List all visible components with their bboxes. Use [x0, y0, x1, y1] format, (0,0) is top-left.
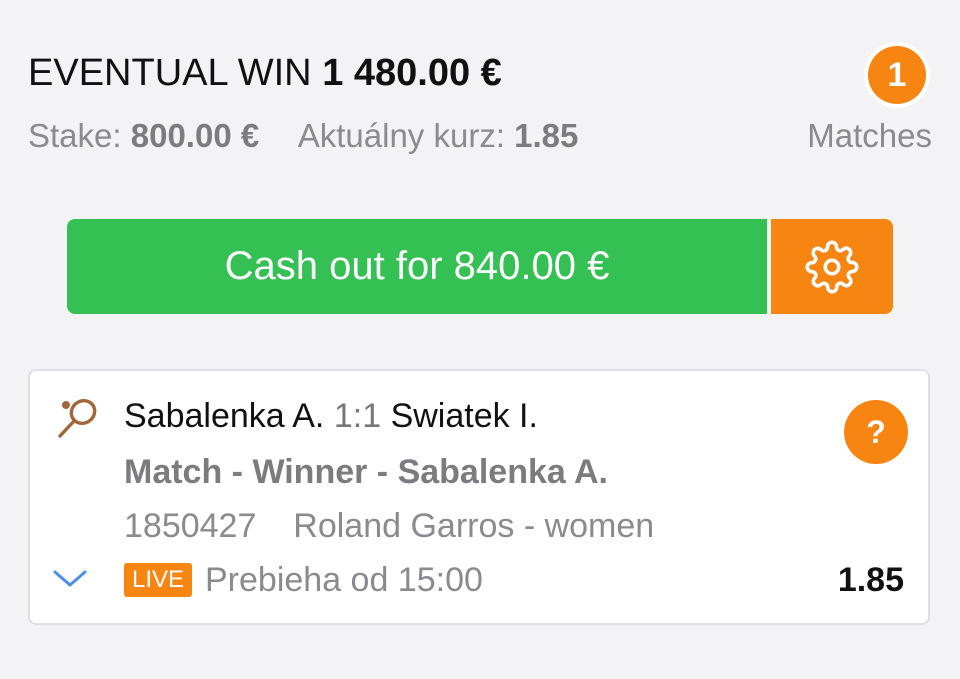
tournament-name: Roland Garros - women: [293, 507, 655, 545]
matches-count-badge: 1: [868, 46, 926, 104]
stake-label: Stake:: [28, 117, 122, 154]
gear-icon: [805, 239, 859, 294]
home-team: Sabalenka A.: [124, 397, 325, 435]
tennis-racket-icon: [58, 398, 97, 438]
event-id: 1850427: [124, 507, 257, 545]
match-teams: Sabalenka A. 1:1 Swiatek I.: [124, 395, 538, 437]
eventual-win-amount: 1 480.00 €: [322, 52, 502, 94]
current-odds-value: 1.85: [514, 117, 579, 154]
matches-label: Matches: [807, 117, 932, 154]
stake-value: 800.00 €: [130, 117, 260, 154]
bet-odds: 1.85: [837, 561, 904, 599]
bet-market: Match - Winner - Sabalenka A.: [124, 453, 608, 491]
cash-out-settings-button[interactable]: [771, 219, 893, 314]
live-badge: LIVE: [124, 563, 193, 597]
chevron-down-icon[interactable]: [52, 567, 88, 589]
stake-line: Stake: 800.00 € Aktuálny kurz: 1.85: [28, 116, 578, 156]
help-button[interactable]: ?: [844, 400, 908, 464]
current-odds-label: Aktuálny kurz:: [297, 117, 505, 154]
eventual-win-line: EVENTUAL WIN 1 480.00 €: [28, 50, 502, 96]
away-team: Swiatek I.: [390, 397, 538, 435]
match-score: 1:1: [333, 397, 382, 435]
cash-out-button[interactable]: Cash out for 840.00 €: [67, 219, 767, 314]
match-status: Prebieha od 15:00: [205, 561, 483, 599]
eventual-win-label: EVENTUAL WIN: [28, 52, 312, 94]
event-info: 1850427 Roland Garros - women: [124, 505, 654, 547]
bet-card: Sabalenka A. 1:1 Swiatek I. Match - Winn…: [28, 369, 930, 625]
